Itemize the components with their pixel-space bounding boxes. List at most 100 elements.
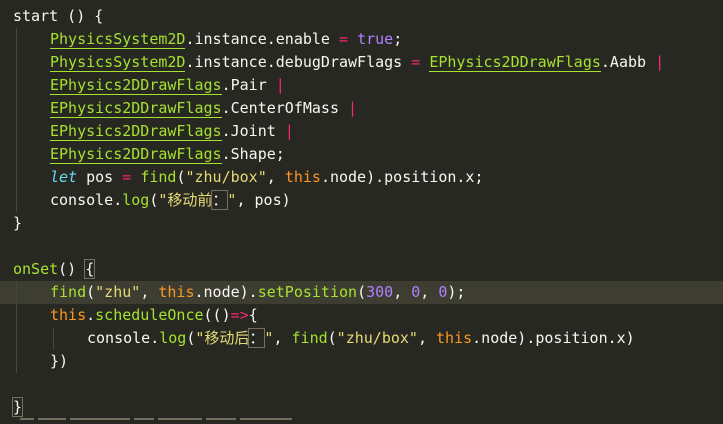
code-line[interactable] [0,373,723,396]
code-token-plain: ( [327,329,337,347]
code-token-num: 300 [366,283,394,301]
code-editor[interactable]: start () { PhysicsSystem2D.instance.enabl… [0,0,723,424]
code-line[interactable]: EPhysics2DDrawFlags.Pair | [0,74,723,97]
code-token-plain: .Aabb [600,53,656,71]
code-text: }) [50,350,68,373]
code-line[interactable]: console.log("移动前：", pos) [0,189,723,212]
indent-guide [16,166,17,189]
code-token-func: log [159,329,187,347]
code-token-func: find [140,168,177,186]
indent-guide [16,281,17,304]
code-text: find("zhu", this.node).setPosition(300, … [50,281,465,304]
code-token-class: EPhysics2DDrawFlags [429,53,601,72]
code-token-plain: }) [50,352,69,370]
indent-guide [16,51,17,74]
code-token-str: "zhu/box" [336,329,418,347]
code-token-kw: = [339,30,349,48]
code-token-this: this [158,283,195,301]
code-token-plain: .Pair [221,76,276,94]
code-text: EPhysics2DDrawFlags.Pair | [50,74,285,97]
code-token-plain: console. [87,329,160,347]
code-token-plain: .CenterOfMass [221,99,349,117]
code-token-plain: , [273,329,292,347]
indent-guide [16,74,17,97]
code-token-this: this [436,329,473,347]
code-token-kw: => [230,306,249,324]
code-token-class: PhysicsSystem2D [50,30,186,49]
code-line[interactable]: PhysicsSystem2D.instance.debugDrawFlags … [0,51,723,74]
indent-guide [16,304,17,327]
code-token-str: "移动前 [158,191,213,209]
code-token-kw: = [411,53,421,71]
cut-off-line [20,418,320,424]
code-token-func: log [122,191,150,209]
code-token-plain: , [417,329,437,347]
code-token-kw: | [275,76,285,94]
code-token-class: PhysicsSystem2D [50,53,186,72]
code-line[interactable]: } [0,396,723,419]
indent-guide [16,143,17,166]
code-token-plain: .node).position.x; [320,168,484,186]
code-line[interactable]: console.log("移动后：", find("zhu/box", this… [0,327,723,350]
code-token-kw: | [348,99,358,117]
code-text: let pos = find("zhu/box", this.node).pos… [50,166,484,189]
code-token-cursor: ： [211,190,229,210]
code-line[interactable]: this.scheduleOnce(()=>{ [0,304,723,327]
code-token-plain: ); [447,283,466,301]
code-line[interactable]: EPhysics2DDrawFlags.Shape; [0,143,723,166]
code-text: PhysicsSystem2D.instance.debugDrawFlags … [50,51,664,74]
code-token-cursor: { [84,259,96,279]
code-text: console.log("移动后：", find("zhu/box", this… [87,327,635,350]
code-text: EPhysics2DDrawFlags.Joint | [50,120,294,143]
indent-guide [16,350,17,373]
code-token-plain: .instance.debugDrawFlags [185,53,412,71]
code-token-func: find [50,283,87,301]
indent-guide [16,97,17,120]
code-line[interactable]: EPhysics2DDrawFlags.CenterOfMass | [0,97,723,120]
code-token-func: setPosition [257,283,358,301]
code-text: onSet() { [13,258,96,281]
code-token-plain: ( [357,283,367,301]
code-token-plain: start () { [13,7,104,25]
code-line[interactable]: find("zhu", this.node).setPosition(300, … [0,281,723,304]
code-token-plain: , [393,283,412,301]
code-token-plain: (() [203,306,231,324]
indent-guide [16,120,17,143]
code-line[interactable]: start () { [0,5,723,28]
code-token-kw: = [122,168,132,186]
code-line[interactable]: onSet() { [0,258,723,281]
code-line[interactable] [0,235,723,258]
indent-guide [16,327,17,350]
code-token-plain: .node).position.x) [472,329,635,347]
indent-guide [53,327,54,350]
code-text: console.log("移动前：", pos) [50,189,291,212]
code-line[interactable]: PhysicsSystem2D.instance.enable = true; [0,28,723,51]
code-token-plain: , pos) [236,191,291,209]
code-token-num: 0 [411,283,421,301]
code-line[interactable]: }) [0,350,723,373]
code-token-class: EPhysics2DDrawFlags [50,99,222,118]
code-token-func: scheduleOnce [95,306,204,324]
code-token-plain: console. [50,191,123,209]
code-token-plain: () [58,260,86,278]
code-token-plain: .Shape; [221,145,285,163]
code-token-this: this [284,168,321,186]
code-token-this: this [50,306,87,324]
code-text: start () { [13,5,103,28]
code-token-plain: , [420,283,439,301]
code-line[interactable]: EPhysics2DDrawFlags.Joint | [0,120,723,143]
indent-guide [16,28,17,51]
code-text: PhysicsSystem2D.instance.enable = true; [50,28,402,51]
code-line[interactable]: } [0,212,723,235]
code-text: this.scheduleOnce(()=>{ [50,304,258,327]
code-token-str: "移动后 [195,329,250,347]
code-text: } [11,396,24,419]
code-line[interactable]: let pos = find("zhu/box", this.node).pos… [0,166,723,189]
code-token-cursor: ： [248,328,266,348]
code-token-class: EPhysics2DDrawFlags [50,122,222,141]
code-token-class: EPhysics2DDrawFlags [50,145,222,164]
code-token-storage: let [50,168,78,186]
indent-guide [16,189,17,212]
code-token-plain: .Joint [221,122,285,140]
